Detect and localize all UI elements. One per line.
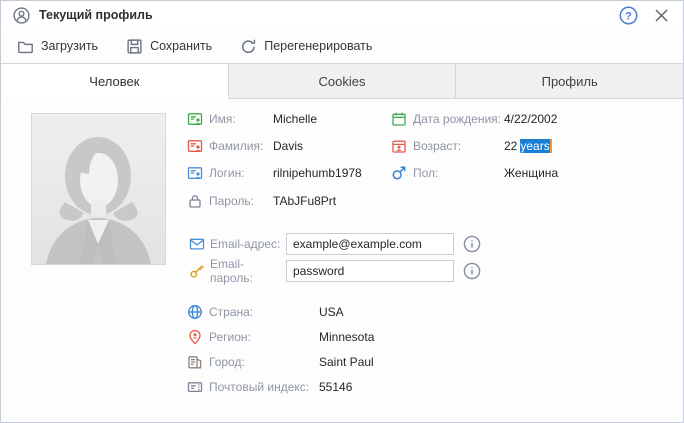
field-surname: Фамилия: Davis <box>187 136 303 156</box>
login-value: rilnipehumb1978 <box>273 166 362 180</box>
field-city: Город: Saint Paul <box>187 352 374 372</box>
regenerate-button[interactable]: Перегенерировать <box>236 35 376 58</box>
globe-icon <box>187 304 203 320</box>
city-icon <box>187 354 203 370</box>
field-email: Email-адрес: <box>189 233 481 255</box>
field-gender: Пол: Женщина <box>391 163 558 183</box>
calendar-person-red-icon <box>391 138 407 154</box>
tab-bar: Человек Cookies Профиль <box>1 63 683 99</box>
selected-text: years <box>520 139 552 153</box>
postal-code-value: 55146 <box>319 380 353 394</box>
tab-cookies[interactable]: Cookies <box>228 64 457 99</box>
avatar <box>31 113 166 265</box>
current-profile-dialog: Текущий профиль ? Загрузить Сохранить Пе… <box>0 0 684 423</box>
email-password-input[interactable] <box>286 260 454 282</box>
dialog-title: Текущий профиль <box>39 8 153 22</box>
profile-person-icon <box>13 6 30 24</box>
field-login: Логин: rilnipehumb1978 <box>187 163 362 183</box>
gender-value: Женщина <box>504 166 559 180</box>
save-icon <box>127 38 142 54</box>
name-value: Michelle <box>273 112 318 126</box>
id-card-green-icon <box>187 111 203 127</box>
svg-text:?: ? <box>625 10 632 22</box>
email-input[interactable] <box>286 233 454 255</box>
load-button[interactable]: Загрузить <box>13 35 102 58</box>
field-email-password: Email-пароль: <box>189 257 481 285</box>
surname-value: Davis <box>273 139 304 153</box>
toolbar: Загрузить Сохранить Перегенерировать <box>1 29 683 63</box>
region-value: Minnesota <box>319 330 375 344</box>
field-age: Возраст: 22 years <box>391 136 552 156</box>
id-card-red-icon <box>187 138 203 154</box>
country-value: USA <box>319 305 344 319</box>
field-name: Имя: Michelle <box>187 109 317 129</box>
password-value: TAbJFu8Prt <box>273 194 337 208</box>
save-button[interactable]: Сохранить <box>122 35 216 58</box>
refresh-icon <box>242 39 256 53</box>
tab-profile[interactable]: Профиль <box>456 64 683 99</box>
field-postal-code: Почтовый индекс: 55146 <box>187 377 352 397</box>
person-tab-content: Имя: Michelle Фамилия: Davis Логин: riln… <box>1 99 683 422</box>
title-bar: Текущий профиль ? <box>1 1 683 30</box>
city-value: Saint Paul <box>319 355 374 369</box>
field-password: Пароль: TAbJFu8Prt <box>187 191 336 211</box>
email-password-info-icon[interactable] <box>463 262 481 280</box>
envelope-icon <box>189 236 205 252</box>
close-icon[interactable] <box>654 8 669 23</box>
help-icon[interactable]: ? <box>619 6 638 25</box>
map-pin-icon <box>187 329 203 345</box>
key-icon <box>189 263 205 279</box>
email-info-icon[interactable] <box>463 235 481 253</box>
male-symbol-icon <box>391 165 407 181</box>
calendar-green-icon <box>391 111 407 127</box>
tab-person[interactable]: Человек <box>1 64 229 99</box>
field-country: Страна: USA <box>187 302 344 322</box>
folder-icon <box>18 41 33 53</box>
field-region: Регион: Minnesota <box>187 327 374 347</box>
age-value[interactable]: 22 years <box>504 139 552 153</box>
field-birthdate: Дата рождения: 4/22/2002 <box>391 109 557 129</box>
lock-icon <box>187 193 203 209</box>
postal-index-icon <box>187 379 203 395</box>
id-card-blue-icon <box>187 165 203 181</box>
birthdate-value: 4/22/2002 <box>504 112 558 126</box>
